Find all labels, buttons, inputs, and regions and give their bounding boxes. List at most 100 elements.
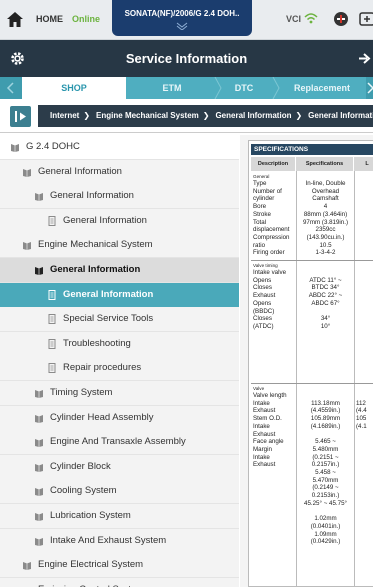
breadcrumb-bar: Internet ❯ Engine Mechanical System ❯ Genera… bbox=[0, 99, 373, 133]
book-icon bbox=[23, 242, 31, 251]
tree-item-label: General Information bbox=[38, 165, 122, 177]
column-header-specifications: Specifications bbox=[296, 157, 354, 171]
spec-descriptions: Type Number of cylinder Bore Stroke Tota… bbox=[253, 180, 290, 257]
book-icon bbox=[35, 267, 43, 275]
home-icon[interactable] bbox=[6, 11, 24, 28]
column-header-limit: L bbox=[354, 157, 373, 171]
tree-item-label: Timing System bbox=[50, 387, 113, 398]
tree-item[interactable]: Emission Control System bbox=[0, 577, 239, 587]
book-icon bbox=[35, 537, 43, 546]
tree-item[interactable]: Intake And Exhaust System bbox=[0, 528, 239, 554]
group-caption: Valve bbox=[253, 386, 265, 391]
vehicle-selector[interactable]: SONATA(NF)/2006/G 2.4 DOH.. bbox=[112, 0, 252, 36]
book-icon bbox=[35, 513, 43, 521]
pin-icon[interactable] bbox=[358, 52, 372, 65]
spec-limits: 112 (4.4 105 (4.1 bbox=[356, 399, 367, 430]
collapse-tree-button[interactable] bbox=[10, 106, 31, 127]
spec-descriptions: Intake valve Opens Closes Exhaust Opens … bbox=[253, 269, 287, 330]
breadcrumb-separator-icon: ❯ bbox=[295, 111, 303, 120]
tree-item[interactable]: General Information bbox=[0, 208, 239, 234]
title-bar: Service Information bbox=[0, 40, 373, 77]
chevron-left-icon bbox=[6, 82, 14, 94]
tree-item[interactable]: General Information bbox=[0, 159, 239, 185]
tree-item[interactable]: Engine Mechanical System bbox=[0, 233, 239, 259]
tree-item[interactable]: Engine Electrical System bbox=[0, 553, 239, 579]
user-icon[interactable] bbox=[358, 10, 373, 28]
page-title: Service Information bbox=[125, 51, 248, 66]
column-header-description: Description bbox=[251, 157, 296, 171]
tree-item[interactable]: Cooling System bbox=[0, 479, 239, 505]
document-icon bbox=[48, 215, 56, 226]
book-icon bbox=[11, 144, 19, 152]
book-icon bbox=[35, 414, 43, 423]
tree-item[interactable]: Special Service Tools bbox=[0, 307, 239, 333]
book-icon bbox=[35, 439, 43, 448]
tree-item-label: Cylinder Block bbox=[50, 460, 111, 472]
tree-item-label: Special Service Tools bbox=[63, 313, 154, 325]
document-icon bbox=[48, 289, 56, 300]
spec-values: In-line, Double Overhead Camshaft 4 88mm… bbox=[302, 180, 349, 257]
group-caption: Valve timing bbox=[253, 263, 278, 268]
spec-values: ATDC 11° ~ BTDC 34° ABDC 22° ~ ABDC 67° … bbox=[308, 276, 343, 330]
breadcrumb-separator-icon: ❯ bbox=[83, 111, 91, 120]
tree-item-label: Cooling System bbox=[50, 485, 117, 497]
book-icon bbox=[35, 463, 43, 472]
tree-item[interactable]: General Information bbox=[0, 282, 239, 308]
tree-item[interactable]: Engine And Transaxle Assembly bbox=[0, 430, 239, 456]
vci-label: VCI bbox=[286, 14, 302, 24]
navigation-tree: G 2.4 DOHC General Information General Inf… bbox=[0, 135, 239, 587]
status-bar: HOME Online SONATA(NF)/2006/G 2.4 DOH.. … bbox=[0, 0, 373, 40]
tab-shop[interactable]: SHOP bbox=[22, 77, 126, 99]
tree-item-label: General Information bbox=[50, 190, 134, 202]
breadcrumb-item[interactable]: General Informatic bbox=[302, 105, 373, 127]
book-icon bbox=[23, 562, 31, 571]
breadcrumb-item[interactable]: Engine Mechanical System bbox=[90, 105, 199, 127]
breadcrumb-item[interactable]: Internet bbox=[38, 105, 79, 127]
tree-item[interactable]: General Information bbox=[0, 184, 239, 210]
tab-dtc[interactable]: DTC bbox=[216, 77, 272, 99]
spec-values: 113.18mm (4.4559in.) 105.89mm (4.1689in.… bbox=[304, 399, 347, 546]
breadcrumb-item[interactable]: General Information bbox=[209, 105, 291, 127]
row-divider bbox=[251, 383, 373, 384]
tree-item[interactable]: Repair procedures bbox=[0, 356, 239, 382]
book-icon bbox=[35, 390, 43, 398]
column-divider bbox=[354, 171, 355, 587]
chevron-right-icon bbox=[367, 82, 373, 94]
tree-item[interactable]: Timing System bbox=[0, 381, 239, 406]
tree-item[interactable]: Cylinder Block bbox=[0, 454, 239, 480]
tab-next-button[interactable] bbox=[366, 77, 373, 99]
tree-item-label: G 2.4 DOHC bbox=[26, 141, 80, 152]
tab-prev-button[interactable] bbox=[0, 77, 22, 99]
vehicle-label: SONATA(NF)/2006/G 2.4 DOH.. bbox=[124, 9, 240, 18]
tab-divider bbox=[272, 77, 280, 99]
home-label[interactable]: HOME bbox=[36, 14, 63, 24]
tree-item-label: Intake And Exhaust System bbox=[50, 534, 167, 546]
tree-item-label: Engine Mechanical System bbox=[38, 239, 153, 251]
tree-item-label: General Information bbox=[50, 264, 141, 275]
online-status: Online bbox=[72, 14, 101, 24]
tree-item[interactable]: Troubleshooting bbox=[0, 331, 239, 357]
tree-item-label: Engine And Transaxle Assembly bbox=[50, 436, 186, 448]
tab-replacement[interactable]: Replacement bbox=[280, 77, 364, 99]
spec-document: SPECIFICATIONS Description Specification… bbox=[248, 140, 373, 587]
spec-descriptions: Valve length Intake Exhaust Stem O.D. In… bbox=[253, 392, 287, 469]
tree-item-label: Repair procedures bbox=[63, 362, 142, 374]
tree-item-label: Lubrication System bbox=[50, 510, 131, 521]
group-caption: General bbox=[253, 174, 270, 179]
tree-item-label: Troubleshooting bbox=[63, 337, 131, 349]
book-icon bbox=[35, 193, 43, 202]
row-divider bbox=[251, 260, 373, 261]
book-icon bbox=[35, 488, 43, 497]
tree-item[interactable]: Cylinder Head Assembly bbox=[0, 405, 239, 431]
document-icon bbox=[48, 363, 56, 374]
tree-item[interactable]: G 2.4 DOHC bbox=[0, 135, 239, 160]
tree-item-label: General Information bbox=[63, 288, 154, 300]
book-icon bbox=[23, 168, 31, 177]
tool-icon[interactable] bbox=[332, 10, 350, 28]
breadcrumb: Internet ❯ Engine Mechanical System ❯ Genera… bbox=[38, 105, 373, 127]
tab-etm[interactable]: ETM bbox=[132, 77, 212, 99]
tree-item[interactable]: Lubrication System bbox=[0, 504, 239, 529]
tree-item[interactable]: General Information bbox=[0, 258, 239, 283]
wifi-icon bbox=[304, 13, 318, 24]
document-icon bbox=[48, 338, 56, 349]
